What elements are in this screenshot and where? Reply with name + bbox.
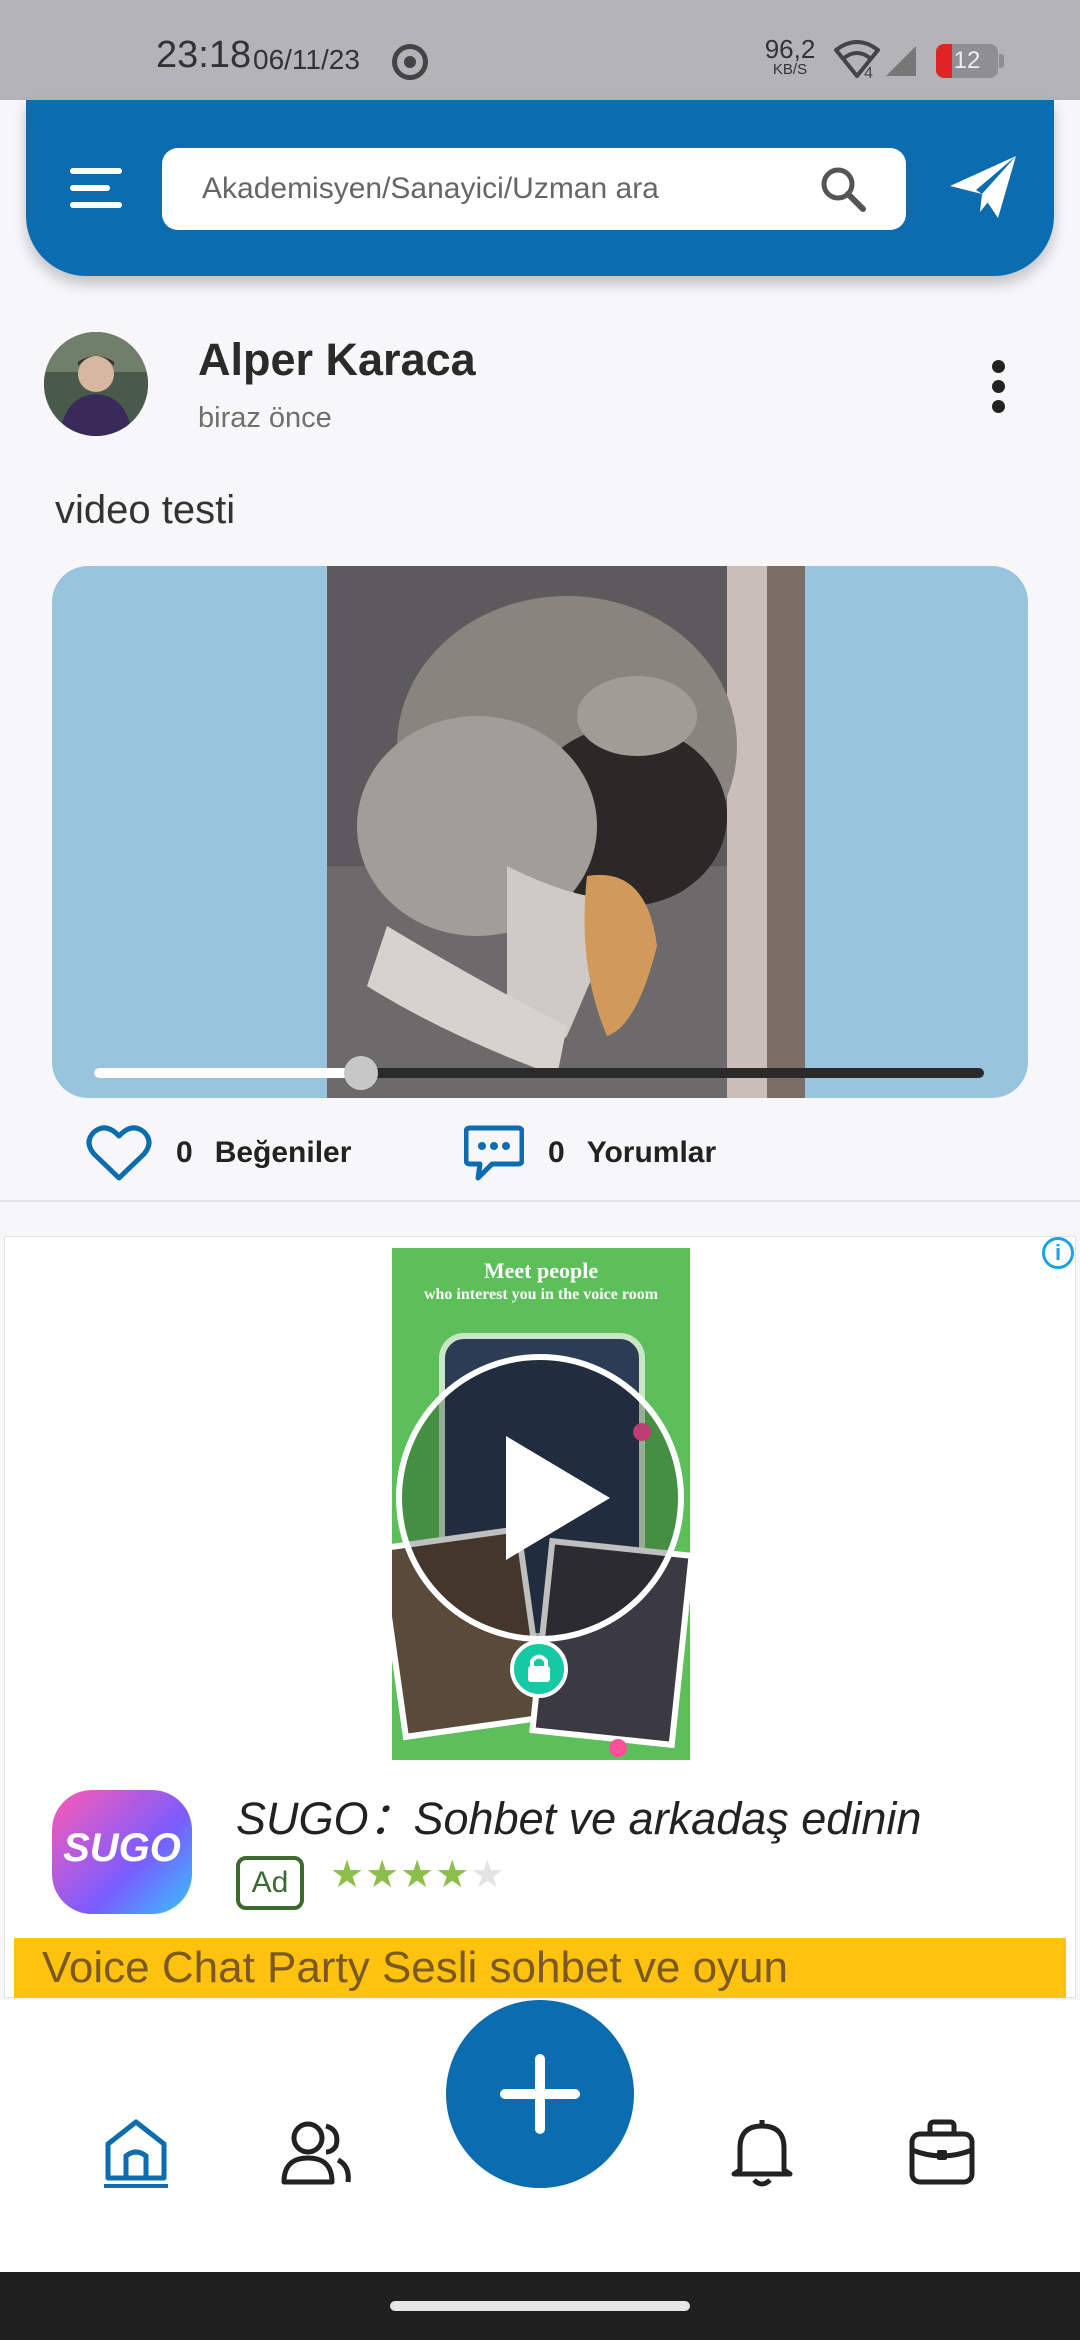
- likes-count: 0: [176, 1136, 193, 1169]
- sugo-app-logo[interactable]: SUGO: [52, 1790, 192, 1914]
- hamburger-icon[interactable]: [66, 160, 126, 216]
- video-seek-knob[interactable]: [344, 1056, 378, 1090]
- video-seek-bar[interactable]: [94, 1056, 984, 1090]
- ad-creative-subline: who interest you in the voice room: [423, 1286, 659, 1303]
- play-icon[interactable]: [396, 1354, 684, 1642]
- home-icon[interactable]: [100, 2116, 172, 2188]
- lock-icon: [510, 1640, 568, 1698]
- gesture-handle[interactable]: [390, 2301, 690, 2311]
- comment-icon: [464, 1125, 524, 1181]
- star-icon: ★: [365, 1854, 401, 1896]
- add-post-button[interactable]: [446, 2000, 634, 2188]
- search-input[interactable]: [202, 148, 802, 230]
- ad-badge: Ad: [236, 1856, 304, 1910]
- network-speed-unit: KB/S: [772, 61, 808, 78]
- top-app-bar: [26, 100, 1054, 276]
- likes-label: Beğeniler: [214, 1136, 352, 1169]
- battery-icon: 12: [936, 44, 998, 78]
- avatar[interactable]: [44, 332, 148, 436]
- video-player[interactable]: [52, 566, 1028, 1098]
- heart-icon: [86, 1125, 152, 1181]
- paper-plane-icon[interactable]: [946, 150, 1020, 224]
- post-header: Alper Karaca biraz önce: [0, 300, 1080, 460]
- people-icon[interactable]: [280, 2116, 352, 2188]
- network-speed-value: 96,2: [764, 34, 816, 64]
- cell-signal-icon: [886, 46, 916, 76]
- post-time: biraz önce: [198, 402, 332, 434]
- ad-creative-headline: Meet people: [483, 1258, 599, 1283]
- wifi-icon: 4: [834, 40, 880, 80]
- comment-button[interactable]: 0 Yorumlar: [464, 1118, 716, 1188]
- ad-video-creative[interactable]: Meet people who interest you in the voic…: [392, 1248, 690, 1760]
- search-bar[interactable]: [162, 148, 906, 230]
- wifi-label: 4: [864, 65, 873, 80]
- network-speed: 96,2 KB/S: [760, 36, 820, 78]
- star-icon: ★: [400, 1854, 436, 1896]
- ad-cta-text: Voice Chat Party Sesli sohbet ve oyun: [42, 1943, 788, 1992]
- status-time: 23:18: [156, 34, 252, 76]
- star-icon: ★: [470, 1854, 506, 1896]
- star-icon: ★: [330, 1854, 366, 1896]
- briefcase-icon[interactable]: [906, 2116, 978, 2188]
- post-text: video testi: [55, 488, 236, 532]
- star-icon: ★: [435, 1854, 471, 1896]
- app-logo-text: SUGO: [63, 1826, 181, 1870]
- screen-record-icon: [392, 44, 428, 80]
- ad-title[interactable]: SUGO：Sohbet ve arkadaş edinin: [236, 1782, 921, 1847]
- comments-count: 0: [548, 1136, 565, 1169]
- search-icon[interactable]: [818, 164, 868, 214]
- battery-level: 12: [953, 47, 981, 74]
- author-name[interactable]: Alper Karaca: [198, 334, 476, 386]
- battery-cap: [999, 54, 1004, 68]
- bell-icon[interactable]: [726, 2116, 798, 2188]
- status-bar: 23:18 06/11/23 96,2 KB/S 4 12: [0, 0, 1080, 100]
- post-divider: [0, 1200, 1080, 1202]
- comments-label: Yorumlar: [586, 1136, 717, 1169]
- ad-cta-banner[interactable]: Voice Chat Party Sesli sohbet ve oyun: [14, 1938, 1066, 1998]
- post-actions: 0 Beğeniler 0 Yorumlar: [0, 1118, 1080, 1188]
- video-progress-played: [94, 1068, 361, 1078]
- video-frame: [327, 566, 805, 1098]
- more-options-icon[interactable]: [982, 360, 1014, 416]
- like-button[interactable]: 0 Beğeniler: [86, 1118, 351, 1188]
- ad-rating-stars: ★★★★★: [330, 1852, 505, 1897]
- ad-info-icon[interactable]: i: [1042, 1237, 1074, 1269]
- status-date: 06/11/23: [253, 44, 360, 75]
